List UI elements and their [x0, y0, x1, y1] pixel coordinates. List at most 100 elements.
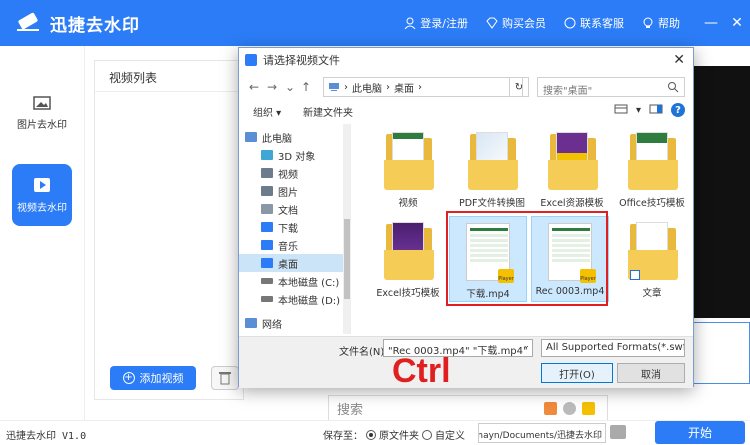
customer-service-button[interactable]: 联系客服	[564, 15, 624, 31]
help-icon[interactable]: ?	[671, 103, 685, 117]
vip-label: 购买会员	[502, 17, 546, 30]
radio-dot	[366, 429, 376, 440]
help-button[interactable]: 帮助	[642, 15, 680, 31]
address-row: ← → ⌄ ↑ › 此电脑 › 桌面 › ↻ 搜索"桌面"	[239, 74, 693, 100]
file-name: PDF文件转换图	[458, 198, 525, 209]
dialog-close-button[interactable]: ✕	[673, 52, 685, 68]
radio-custom-folder[interactable]: 自定义	[422, 427, 465, 442]
drive-icon	[261, 278, 273, 284]
sidebar-item-image-watermark[interactable]: 图片去水印	[12, 82, 72, 144]
back-arrow-icon[interactable]: ←	[249, 80, 259, 94]
dialog-search-input[interactable]: 搜索"桌面"	[537, 77, 685, 97]
user-icon	[404, 17, 416, 29]
scroll-thumb[interactable]	[344, 219, 350, 299]
panel-title: 视频列表	[109, 71, 158, 85]
nav-item-drive-c[interactable]: 本地磁盘 (C:)	[239, 272, 343, 290]
sidebar-item-video-watermark[interactable]: 视频去水印	[12, 164, 72, 226]
lightning-icon[interactable]	[582, 402, 595, 415]
video-file-icon: Player	[544, 221, 596, 283]
file-item-excel-resources-folder[interactable]: Excel资源模板	[533, 130, 611, 216]
app-sidebar: 图片去水印 视频去水印	[0, 46, 85, 420]
player-badge-icon: Player	[580, 269, 596, 283]
breadcrumb-desktop[interactable]: 桌面	[394, 80, 414, 95]
nav-item-this-pc[interactable]: 此电脑	[239, 128, 343, 146]
drive-icon	[261, 296, 273, 302]
login-button[interactable]: 登录/注册	[404, 15, 468, 31]
file-item-office-tips-folder[interactable]: Office技巧模板	[613, 130, 691, 216]
organize-menu[interactable]: 组织 ▾	[253, 104, 281, 119]
forward-arrow-icon[interactable]: →	[267, 80, 277, 94]
breadcrumb-separator: ›	[418, 81, 422, 93]
nav-item-label: 此电脑	[262, 133, 292, 145]
app-small-icon	[245, 54, 257, 66]
network-icon	[245, 318, 257, 328]
radio-label: 自定义	[435, 431, 465, 442]
up-arrow-icon[interactable]: ↑	[301, 80, 311, 94]
save-path-field[interactable]: ers/mayn/Documents/迅捷去水印	[478, 423, 606, 443]
preview-pane-icon[interactable]	[649, 104, 663, 117]
delete-button[interactable]	[211, 366, 239, 390]
nav-item-pictures[interactable]: 图片	[239, 182, 343, 200]
ctrl-key-annotation: Ctrl	[392, 352, 451, 390]
file-list: 视频 PDF文件转换图 Excel资源模板 Office技巧模板 Excel技巧…	[357, 124, 693, 334]
dialog-toolbar: 组织 ▾ 新建文件夹 ▾ ?	[239, 100, 693, 122]
radio-original-folder[interactable]: 原文件夹	[366, 427, 419, 442]
app-version: 迅捷去水印 V1.0	[6, 431, 87, 442]
file-item-article-shortcut[interactable]: 文章	[613, 220, 691, 306]
view-dropdown-icon[interactable]: ▾	[636, 105, 641, 116]
nav-item-3d-objects[interactable]: 3D 对象	[239, 146, 343, 164]
address-bar[interactable]: › 此电脑 › 桌面 ›	[323, 77, 523, 97]
file-type-select[interactable]: All Supported Formats(*.swf;	[541, 339, 685, 357]
nav-item-downloads[interactable]: 下载	[239, 218, 343, 236]
file-item-rec0003-mp4[interactable]: Player Rec 0003.mp4	[531, 216, 609, 302]
app-header: 迅捷去水印 登录/注册 购买会员 联系客服 帮助 — ✕	[0, 0, 750, 46]
file-name: 视频	[398, 198, 418, 209]
nav-item-drive-d[interactable]: 本地磁盘 (D:)	[239, 290, 343, 308]
nav-item-documents[interactable]: 文档	[239, 200, 343, 218]
nav-scrollbar[interactable]	[343, 124, 350, 334]
folder-icon[interactable]	[610, 425, 626, 439]
settings-icon[interactable]	[563, 402, 576, 415]
file-name: Office技巧模板	[619, 198, 685, 209]
recent-dropdown-icon[interactable]: ⌄	[285, 80, 295, 94]
dialog-bottom-bar: 文件名(N): "Rec 0003.mp4" "下载.mp4" ⌄ All Su…	[239, 336, 693, 388]
nav-item-label: 文档	[278, 205, 298, 217]
chevron-down-icon[interactable]: ⌄	[522, 341, 530, 351]
headset-icon	[564, 17, 576, 29]
file-item-pdf-folder[interactable]: PDF文件转换图	[453, 130, 531, 216]
document-icon	[261, 204, 273, 214]
nav-item-music[interactable]: 音乐	[239, 236, 343, 254]
buy-vip-button[interactable]: 购买会员	[486, 15, 546, 31]
palette-icon[interactable]	[544, 402, 557, 415]
save-path-text: ers/mayn/Documents/迅捷去水印	[479, 431, 602, 441]
nav-item-label: 音乐	[278, 241, 298, 253]
ime-search-bar[interactable]: 搜索	[328, 395, 608, 421]
login-label: 登录/注册	[420, 17, 468, 30]
cancel-button[interactable]: 取消	[617, 363, 685, 383]
plus-icon: +	[122, 372, 135, 384]
nav-item-desktop[interactable]: 桌面	[239, 254, 343, 272]
folder-icon	[466, 130, 518, 192]
view-mode-icon[interactable]	[614, 104, 628, 117]
radio-dot	[422, 429, 432, 440]
start-button[interactable]: 开始	[655, 421, 745, 444]
nav-item-label: 桌面	[278, 259, 298, 271]
music-note-icon	[261, 240, 273, 250]
breadcrumb-this-pc[interactable]: 此电脑	[352, 80, 382, 95]
refresh-button[interactable]: ↻	[509, 77, 529, 97]
nav-item-network[interactable]: 网络	[239, 314, 343, 332]
open-button[interactable]: 打开(O)	[541, 363, 613, 383]
close-app-button[interactable]: ✕	[724, 0, 750, 46]
navigation-pane: 此电脑 3D 对象 视频 图片 文档 下载 音乐 桌面 本地磁盘 (C:) 本地…	[239, 124, 351, 334]
nav-item-label: 本地磁盘 (D:)	[278, 295, 341, 307]
nav-item-videos[interactable]: 视频	[239, 164, 343, 182]
add-video-button[interactable]: + 添加视频	[110, 366, 196, 390]
new-folder-button[interactable]: 新建文件夹	[303, 104, 353, 119]
download-icon	[261, 222, 273, 232]
image-icon	[33, 95, 51, 110]
file-item-videos-folder[interactable]: 视频	[369, 130, 447, 216]
add-video-label: 添加视频	[139, 372, 184, 385]
file-item-excel-tips-folder[interactable]: Excel技巧模板	[369, 220, 447, 306]
file-item-download-mp4[interactable]: Player 下载.mp4	[449, 216, 527, 302]
minimize-button[interactable]: —	[698, 0, 724, 46]
